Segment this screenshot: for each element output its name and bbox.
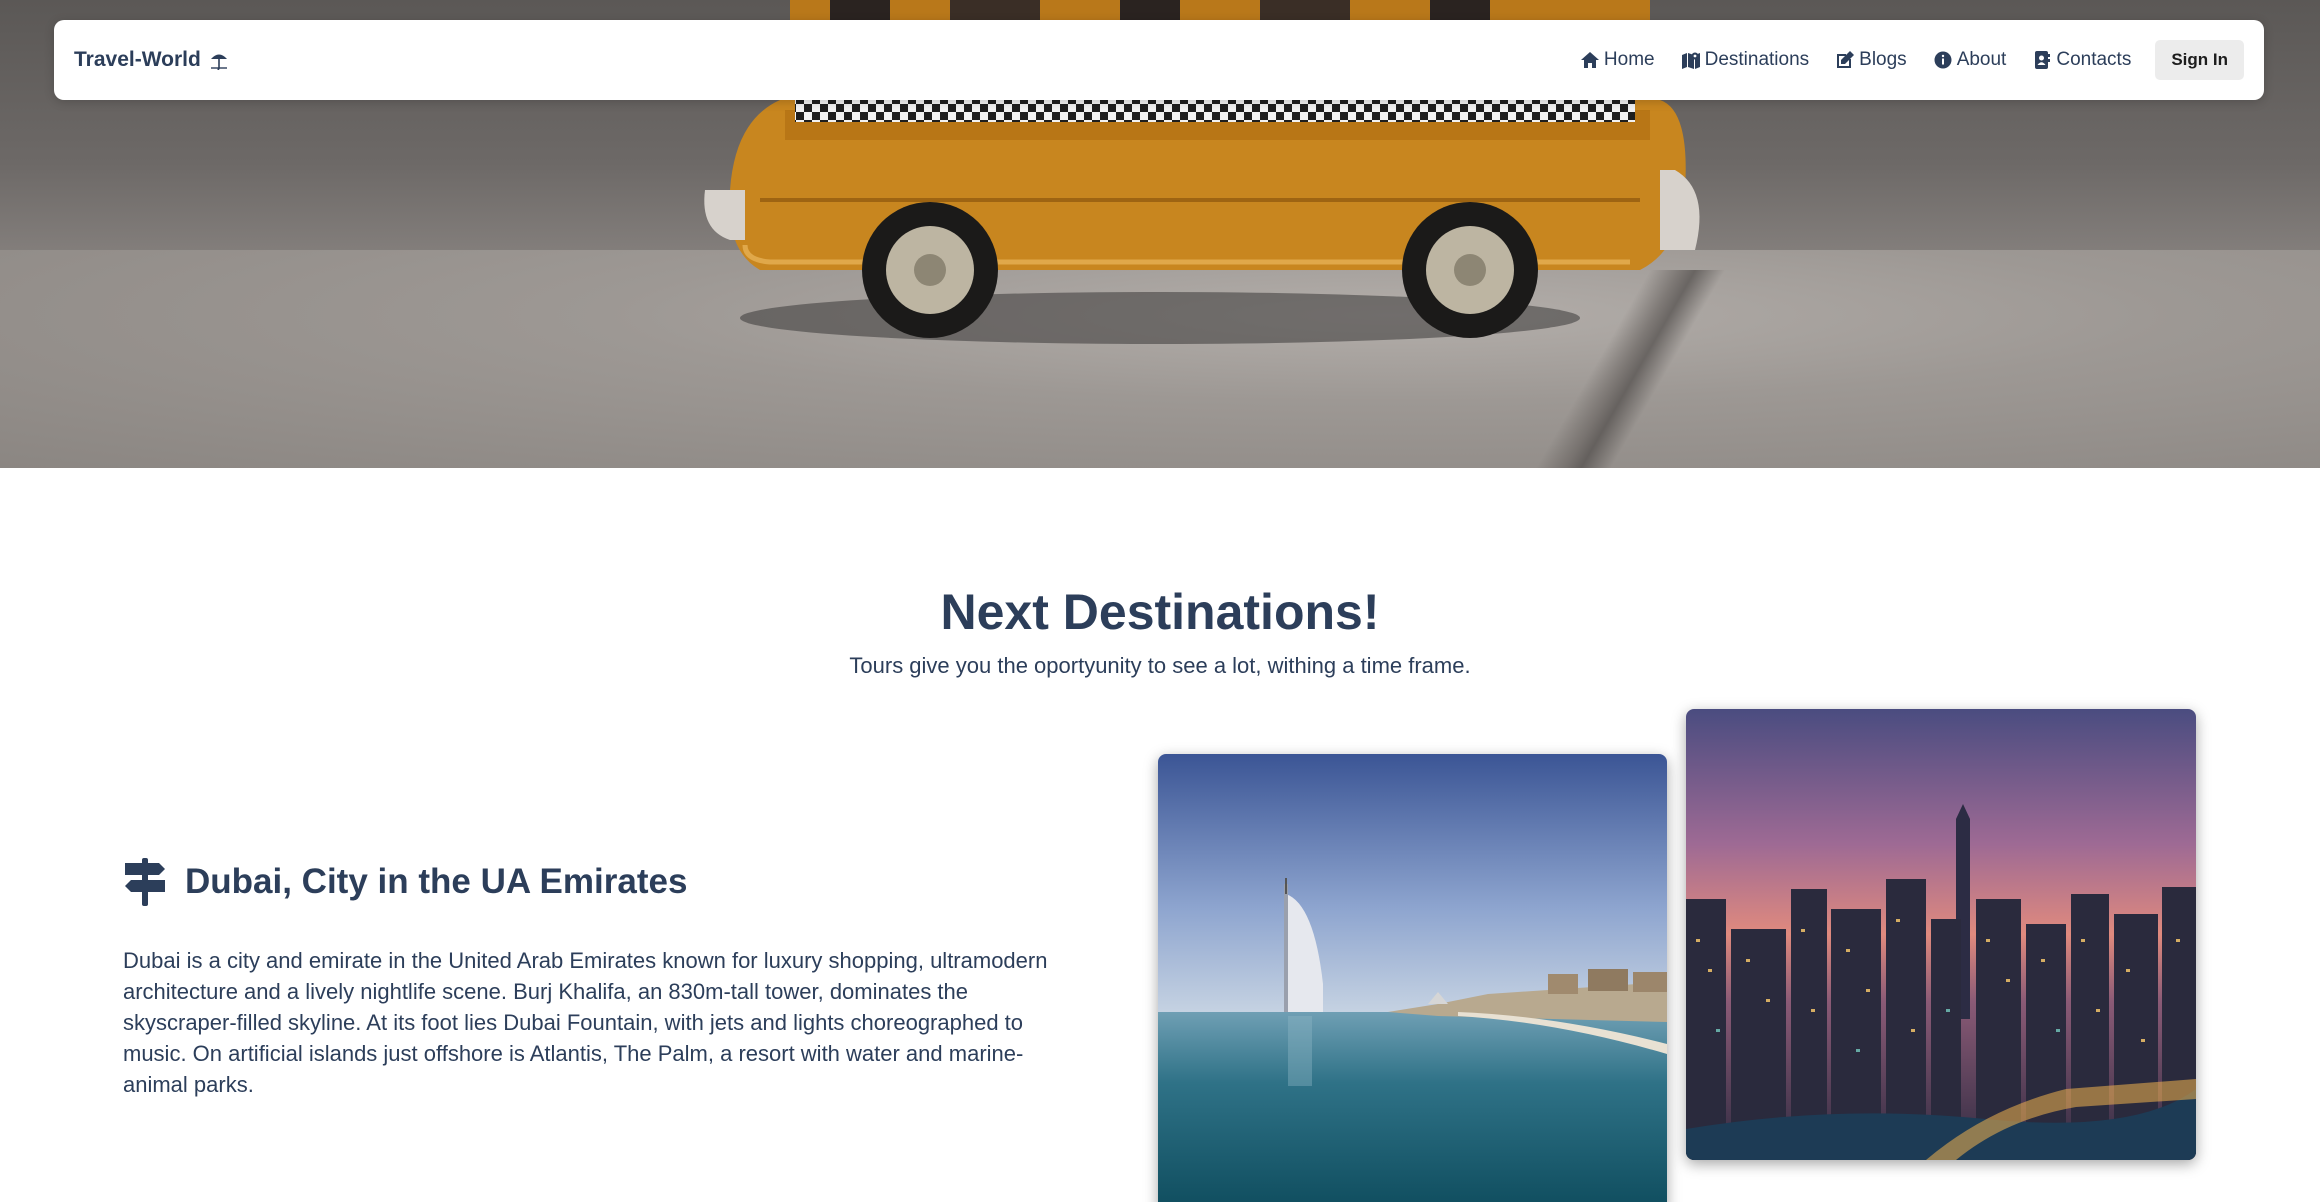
- destination-description: Dubai is a city and emirate in the Unite…: [123, 948, 1048, 1097]
- dubai-beach-photo: [1158, 754, 1667, 1202]
- home-icon: [1580, 52, 1599, 68]
- section-title: Next Destinations!: [940, 584, 1380, 640]
- navbar: Travel-World Home Destinations Blogs Abo…: [54, 20, 2264, 100]
- destination-title: Dubai, City in the UA Emirates: [185, 862, 688, 901]
- destination-heading: Dubai, City in the UA Emirates: [123, 858, 687, 906]
- section-subtitle: Tours give you the oportyunity to see a …: [849, 653, 1471, 678]
- brand-name: Travel-World: [74, 48, 201, 71]
- nav-item-label: About: [1956, 49, 2007, 70]
- beach-umbrella-icon: [210, 54, 227, 70]
- nav-item-label: Destinations: [1704, 49, 1810, 70]
- map-icon: [1681, 52, 1700, 69]
- nav-item-home[interactable]: Home: [1580, 49, 1655, 71]
- nav-item-contacts[interactable]: Contacts: [2032, 49, 2131, 71]
- contact-book-icon: [2035, 51, 2051, 69]
- nav-item-label: Home: [1603, 49, 1655, 70]
- nav-menu: Home Destinations Blogs About Contacts S…: [1580, 40, 2244, 80]
- signpost-icon: [125, 858, 165, 906]
- nav-item-label: Contacts: [2056, 49, 2132, 70]
- nav-item-label: Blogs: [1859, 49, 1907, 70]
- nav-item-destinations[interactable]: Destinations: [1681, 49, 1810, 71]
- brand-logo[interactable]: Travel-World: [74, 48, 229, 72]
- nav-item-blogs[interactable]: Blogs: [1835, 49, 1907, 71]
- sign-in-button[interactable]: Sign In: [2155, 40, 2244, 80]
- dubai-marina-photo: [1686, 709, 2196, 1160]
- nav-item-about[interactable]: About: [1933, 49, 2007, 71]
- edit-icon: [1837, 51, 1855, 68]
- info-icon: [1934, 51, 1952, 69]
